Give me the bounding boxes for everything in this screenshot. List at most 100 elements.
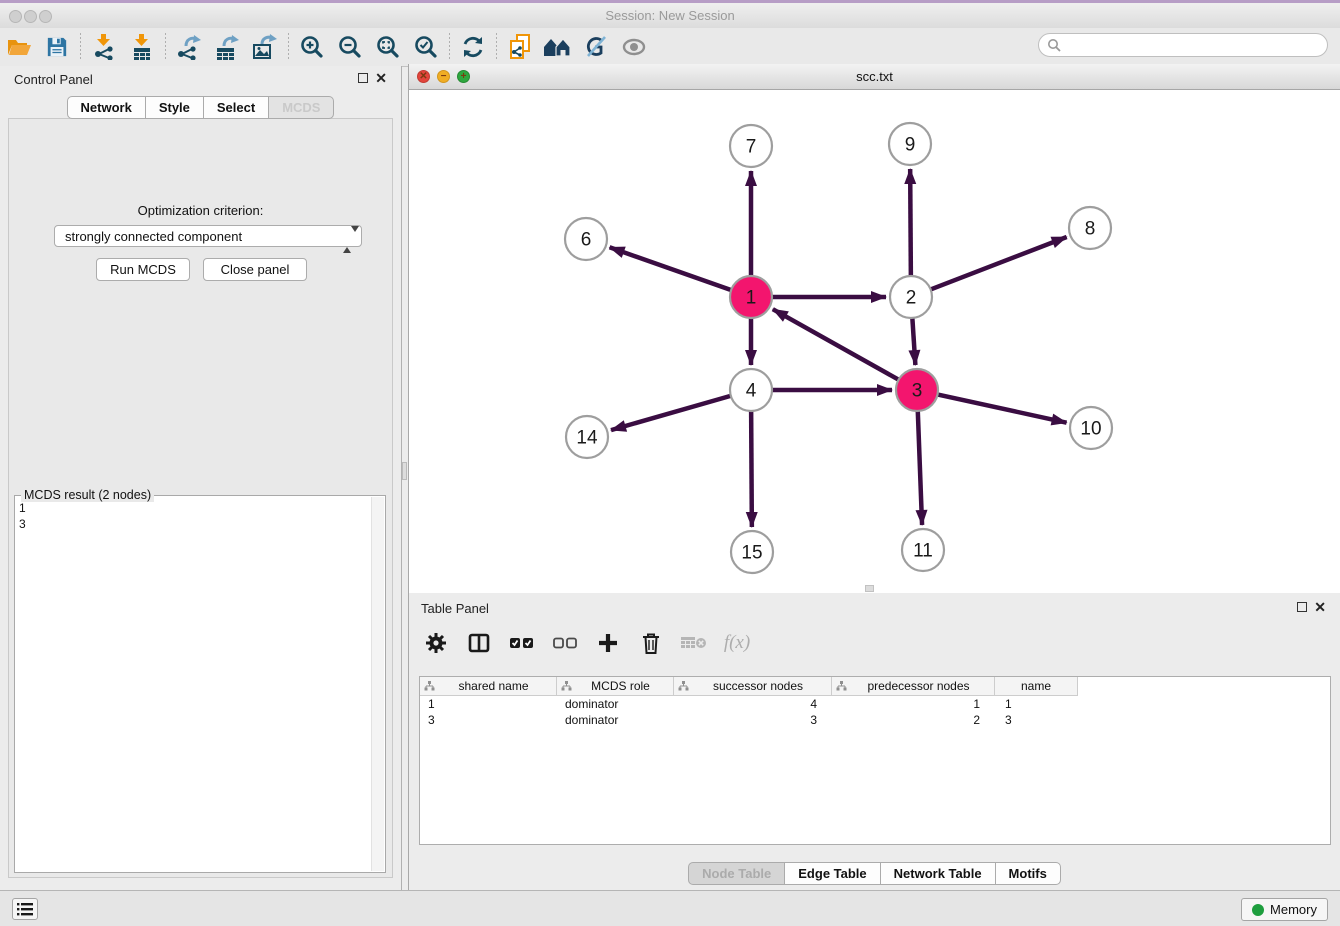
table-close-icon[interactable]: ✕ — [1314, 599, 1326, 615]
search-input[interactable] — [1066, 37, 1327, 54]
gear-icon — [425, 632, 447, 654]
node-table[interactable]: shared name MCDS role successor nodes pr… — [419, 676, 1331, 845]
optimization-criterion-label: Optimization criterion: — [9, 203, 392, 218]
cell-predecessor[interactable]: 2 — [832, 712, 995, 728]
network-window-titlebar[interactable]: ✕ − + scc.txt — [409, 64, 1340, 90]
col-successor-nodes[interactable]: successor nodes — [674, 677, 832, 696]
graph-edge-2-3[interactable] — [912, 316, 915, 365]
open-session-button[interactable] — [0, 31, 38, 63]
graph-edge-4-15[interactable] — [751, 409, 752, 527]
cell-successor[interactable]: 4 — [674, 696, 832, 712]
status-bar: Memory — [0, 890, 1340, 926]
splitter-handle[interactable] — [402, 462, 407, 480]
zoom-fit-icon — [376, 35, 400, 59]
delete-table-button[interactable] — [677, 626, 711, 660]
cell-name[interactable]: 3 — [995, 712, 1078, 728]
export-network-button[interactable] — [170, 31, 208, 63]
trash-icon — [641, 632, 661, 654]
graph-edge-3-11[interactable] — [918, 409, 922, 525]
refresh-button[interactable] — [454, 31, 492, 63]
table-panel-title: Table Panel — [421, 601, 489, 616]
graph-edge-3-10[interactable] — [936, 394, 1067, 423]
save-session-button[interactable] — [38, 31, 76, 63]
graph-edge-3-1[interactable] — [773, 309, 901, 380]
import-table-button[interactable] — [123, 31, 161, 63]
add-column-button[interactable] — [591, 626, 625, 660]
tab-edge-table[interactable]: Edge Table — [784, 862, 880, 885]
hierarchy-icon — [836, 681, 847, 691]
network-canvas[interactable]: 7968124314101511 — [409, 90, 1340, 593]
cell-mcds-role[interactable]: dominator — [557, 712, 674, 728]
col-name[interactable]: name — [995, 677, 1078, 696]
zoom-fit-button[interactable] — [369, 31, 407, 63]
table-row[interactable]: 1 dominator 4 1 1 — [420, 696, 1330, 712]
close-panel-icon[interactable]: ✕ — [375, 70, 387, 86]
graph-edge-2-9[interactable] — [910, 169, 911, 278]
show-columns-button[interactable] — [462, 626, 496, 660]
cell-successor[interactable]: 3 — [674, 712, 832, 728]
deselect-all-button[interactable] — [548, 626, 582, 660]
float-panel-icon[interactable] — [358, 73, 368, 83]
network-title: scc.txt — [409, 69, 1340, 84]
main-toolbar — [0, 28, 1340, 67]
tab-select[interactable]: Select — [203, 96, 269, 119]
graph-node-label-14: 14 — [576, 428, 598, 449]
table-settings-button[interactable] — [419, 626, 453, 660]
zoom-in-button[interactable] — [293, 31, 331, 63]
col-predecessor-nodes[interactable]: predecessor nodes — [832, 677, 995, 696]
cell-predecessor[interactable]: 1 — [832, 696, 995, 712]
result-scrollbar[interactable] — [371, 497, 384, 871]
zoom-out-button[interactable] — [331, 31, 369, 63]
table-float-icon[interactable] — [1297, 602, 1307, 612]
cell-shared-name[interactable]: 1 — [420, 696, 557, 712]
cell-mcds-role[interactable]: dominator — [557, 696, 674, 712]
import-network-button[interactable] — [85, 31, 123, 63]
export-image-button[interactable] — [246, 31, 284, 63]
show-hide-panel-button[interactable] — [615, 31, 653, 63]
mcds-result-text[interactable]: 1 3 — [19, 500, 369, 868]
dropdown-stepper-icon — [343, 229, 352, 245]
task-history-button[interactable] — [12, 898, 38, 920]
criterion-dropdown[interactable]: strongly connected component — [54, 225, 362, 247]
col-shared-name[interactable]: shared name — [420, 677, 557, 696]
checked-boxes-icon — [510, 637, 534, 649]
graph-edge-4-14[interactable] — [611, 395, 733, 430]
fx-icon: f(x) — [724, 632, 750, 654]
memory-label: Memory — [1270, 902, 1317, 917]
home-view-button[interactable] — [539, 31, 577, 63]
cell-shared-name[interactable]: 3 — [420, 712, 557, 728]
control-panel-tabs: Network Style Select MCDS — [0, 96, 401, 119]
tab-node-table[interactable]: Node Table — [688, 862, 785, 885]
list-icon — [17, 903, 33, 916]
col-mcds-role[interactable]: MCDS role — [557, 677, 674, 696]
graph-node-label-4: 4 — [746, 381, 757, 402]
home-icon — [543, 36, 573, 58]
canvas-grip[interactable] — [865, 585, 874, 592]
close-panel-button[interactable]: Close panel — [203, 258, 307, 281]
search-box[interactable] — [1038, 33, 1328, 57]
network-graph[interactable]: 7968124314101511 — [409, 90, 1340, 593]
memory-button[interactable]: Memory — [1241, 898, 1328, 921]
criterion-value: strongly connected component — [65, 229, 242, 244]
tab-network[interactable]: Network — [67, 96, 146, 119]
tab-mcds[interactable]: MCDS — [268, 96, 334, 119]
hide-graphics-details-button[interactable] — [577, 31, 615, 63]
tab-motifs[interactable]: Motifs — [995, 862, 1061, 885]
hierarchy-icon — [561, 681, 572, 691]
duplicate-network-button[interactable] — [501, 31, 539, 63]
function-builder-button[interactable]: f(x) — [720, 626, 754, 660]
tab-style[interactable]: Style — [145, 96, 204, 119]
cell-name[interactable]: 1 — [995, 696, 1078, 712]
run-mcds-button[interactable]: Run MCDS — [96, 258, 190, 281]
graph-edge-1-6[interactable] — [610, 247, 733, 290]
select-all-button[interactable] — [505, 626, 539, 660]
tab-network-table[interactable]: Network Table — [880, 862, 996, 885]
table-row[interactable]: 3 dominator 3 2 3 — [420, 712, 1330, 728]
app-window: Session: New Session — [0, 0, 1340, 926]
export-table-icon — [214, 34, 240, 60]
export-table-button[interactable] — [208, 31, 246, 63]
zoom-selected-button[interactable] — [407, 31, 445, 63]
delete-table-icon — [681, 635, 707, 651]
graph-edge-2-8[interactable] — [929, 237, 1067, 290]
delete-column-button[interactable] — [634, 626, 668, 660]
